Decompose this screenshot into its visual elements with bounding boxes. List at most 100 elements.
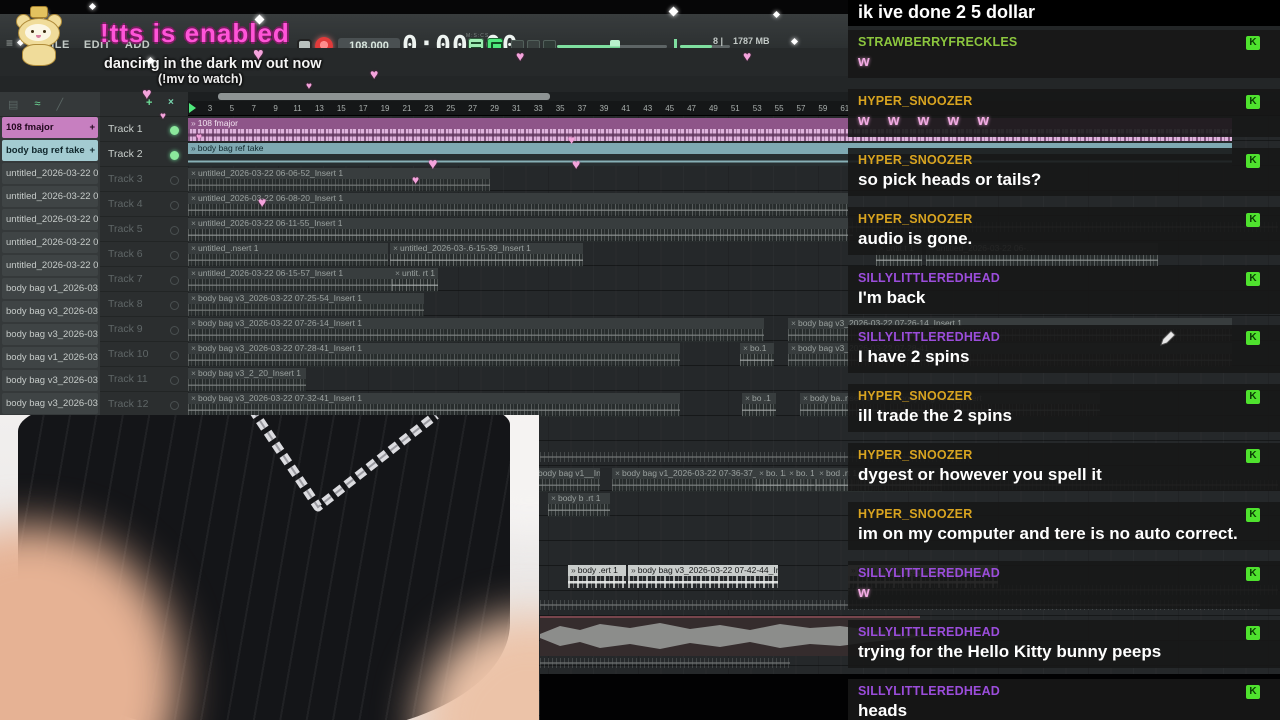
ruler-tick: 45	[665, 104, 675, 113]
track-led[interactable]	[170, 351, 179, 360]
chat-username[interactable]: HYPER_SNOOZER	[858, 212, 1270, 226]
audio-clip[interactable]: × bo. 1	[786, 468, 814, 492]
hello-kitty-mascot	[10, 6, 68, 66]
audio-wave-icon[interactable]: ≈	[34, 98, 40, 110]
audio-clip[interactable]: × body bag v3_2026-03-22 07-26-14_Insert …	[188, 318, 764, 342]
chat-username[interactable]: HYPER_SNOOZER	[858, 389, 1270, 403]
chat-message[interactable]: SILLYLITTLEREDHEAD heads K	[848, 679, 1280, 720]
clear-track-icon[interactable]: ×	[168, 97, 174, 108]
track-row[interactable]: Track 8	[100, 292, 188, 317]
audio-clip-selected[interactable]: »body bag v3_2026-03-22 07-42-44_Insert …	[628, 565, 778, 589]
picker-item[interactable]: body bag v3_2026-03-2… +	[2, 393, 98, 414]
chat-message[interactable]: HYPER_SNOOZER im on my computer and tere…	[848, 502, 1280, 550]
chat-username[interactable]: HYPER_SNOOZER	[858, 94, 1270, 108]
chat-username[interactable]: HYPER_SNOOZER	[858, 153, 1270, 167]
audio-clip[interactable]: × untitled_2026-03-.6-15-39_Insert 1	[390, 243, 583, 267]
track-led[interactable]	[170, 301, 179, 310]
playhead-marker[interactable]	[189, 103, 196, 113]
track-led[interactable]	[170, 251, 179, 260]
picker-item[interactable]: body bag v1_2026-03-2… +	[2, 278, 98, 299]
track-led[interactable]	[170, 176, 179, 185]
track-led[interactable]	[170, 401, 179, 410]
chat-message[interactable]: HYPER_SNOOZER ill trade the 2 spins K	[848, 384, 1280, 432]
track-led[interactable]	[170, 126, 179, 135]
chat-username[interactable]: HYPER_SNOOZER	[858, 507, 1270, 521]
chat-message[interactable]: STRAWBERRYFRECKLES w K	[848, 30, 1280, 78]
audio-clip[interactable]: × untitled_2026-03-22 06-15-57_Insert 1	[188, 268, 392, 292]
audio-clip[interactable]: × body b .rt 1	[548, 493, 610, 517]
track-row[interactable]: Track 7	[100, 267, 188, 292]
chat-message-text: w w w w w	[858, 112, 997, 129]
chat-username[interactable]: STRAWBERRYFRECKLES	[858, 35, 1270, 49]
picker-item[interactable]: untitled_2026-03-22 06-… +	[2, 209, 98, 230]
picker-item[interactable]: body bag ref take +	[2, 140, 98, 161]
audio-clip[interactable]: × untitled_.nsert 1	[188, 243, 388, 267]
heart-particle: ♥	[568, 133, 576, 147]
audio-clip[interactable]: × untit. rt 1	[392, 268, 438, 292]
picker-item[interactable]: untitled_2026-03-22 06-… +	[2, 255, 98, 276]
track-led[interactable]	[170, 276, 179, 285]
track-row[interactable]: Track 12	[100, 392, 188, 417]
audio-clip[interactable]: × body bag v3_2026-03-22 07-28-41_Insert …	[188, 343, 680, 367]
k-badge-icon: K	[1246, 567, 1260, 581]
track-row[interactable]: Track 9	[100, 317, 188, 342]
chat-message[interactable]: HYPER_SNOOZER w w w w w K	[848, 89, 1280, 137]
ruler-tick: 39	[599, 104, 609, 113]
track-led[interactable]	[170, 201, 179, 210]
chat-message-text: im on my computer and tere is no auto co…	[858, 524, 1238, 543]
chat-username[interactable]: SILLYLITTLEREDHEAD	[858, 271, 1270, 285]
chat-message[interactable]: HYPER_SNOOZER so pick heads or tails? K	[848, 148, 1280, 196]
audio-clip[interactable]: × body bag v3_2_20_Insert 1	[188, 368, 306, 392]
picker-item[interactable]: body bag v1_2026-03-2… +	[2, 347, 98, 368]
chat-message[interactable]: SILLYLITTLEREDHEAD I'm back K	[848, 266, 1280, 314]
chat-message[interactable]: SILLYLITTLEREDHEAD trying for the Hello …	[848, 620, 1280, 668]
audio-clip[interactable]: × untitled_2026-03-22 06-11-55_Insert 1	[188, 218, 853, 242]
playlist-toolbar: ▸ ∩ ✂ ✎ ø ◁× » ⌗ ◎ Playlist▸Arrangement▸…	[0, 76, 1276, 166]
ruler-tick: 9	[273, 104, 278, 113]
track-row[interactable]: Track 1	[100, 117, 188, 142]
track-row[interactable]: Track 3	[100, 167, 188, 192]
audio-clip[interactable]: × untitled_2026-03-22 06-06-52_Insert 1	[188, 168, 490, 192]
picker-item[interactable]: untitled_2026-03-22 06-… +	[2, 163, 98, 184]
track-row[interactable]: Track 5	[100, 217, 188, 242]
ruler-tick: 47	[687, 104, 696, 113]
track-row[interactable]: Track 2	[100, 142, 188, 167]
chat-message[interactable]: SILLYLITTLEREDHEAD w K	[848, 561, 1280, 609]
audio-clip[interactable]: × body bag v3_2026-03-22 07-25-54_Insert …	[188, 293, 424, 317]
audio-clip-selected[interactable]: » body .ert 1	[568, 565, 626, 589]
ruler-tick: 41	[621, 104, 631, 113]
chat-username[interactable]: SILLYLITTLEREDHEAD	[858, 330, 1270, 344]
chat-username[interactable]: SILLYLITTLEREDHEAD	[858, 625, 1270, 639]
audio-clip[interactable]: × body bag v3_2026-03-22 07-32-41_Insert …	[188, 393, 680, 417]
picker-item[interactable]: 108 fmajor +	[2, 117, 98, 138]
chat-message[interactable]: HYPER_SNOOZER dygest or however you spel…	[848, 443, 1280, 491]
chat-username[interactable]: SILLYLITTLEREDHEAD	[858, 684, 1270, 698]
automation-icon[interactable]: ╱	[56, 98, 63, 111]
ruler-tick: 25	[446, 104, 456, 113]
picker-item[interactable]: body bag v3_2026-03-2… +	[2, 301, 98, 322]
track-led[interactable]	[170, 326, 179, 335]
track-row[interactable]: Track 6	[100, 242, 188, 267]
promo-title-text: dancing in the dark mv out now	[104, 56, 322, 72]
track-led[interactable]	[170, 226, 179, 235]
chat-message[interactable]: HYPER_SNOOZER audio is gone. K	[848, 207, 1280, 255]
chat-username[interactable]: SILLYLITTLEREDHEAD	[858, 566, 1270, 580]
picker-item[interactable]: untitled_2026-03-22 06-… +	[2, 232, 98, 253]
audio-clip[interactable]: × bo. 1	[756, 468, 784, 492]
audio-clip[interactable]: × untitled_2026-03-22 06-08-20_Insert 1	[188, 193, 848, 217]
track-led[interactable]	[170, 151, 179, 160]
track-row[interactable]: Track 11	[100, 367, 188, 392]
chat-username[interactable]: HYPER_SNOOZER	[858, 448, 1270, 462]
picker-item[interactable]: untitled_2026-03-22 06-… +	[2, 186, 98, 207]
audio-clip[interactable]: × bo .1	[742, 393, 776, 417]
track-row[interactable]: Track 10	[100, 342, 188, 367]
track-row[interactable]: Track 4	[100, 192, 188, 217]
chat-message-list[interactable]: STRAWBERRYFRECKLES w K HYPER_SNOOZER w w…	[848, 30, 1280, 720]
track-led[interactable]	[170, 376, 179, 385]
picker-item[interactable]: body bag v3_2026-03-2… +	[2, 324, 98, 345]
chat-message[interactable]: SILLYLITTLEREDHEAD I have 2 spins K	[848, 325, 1280, 373]
picker-item[interactable]: body bag v3_2026-03-2… +	[2, 370, 98, 391]
scrollbar-thumb[interactable]	[218, 93, 550, 100]
audio-clip[interactable]: × bo.1	[740, 343, 774, 367]
browser-icon[interactable]: ▤	[8, 98, 18, 111]
